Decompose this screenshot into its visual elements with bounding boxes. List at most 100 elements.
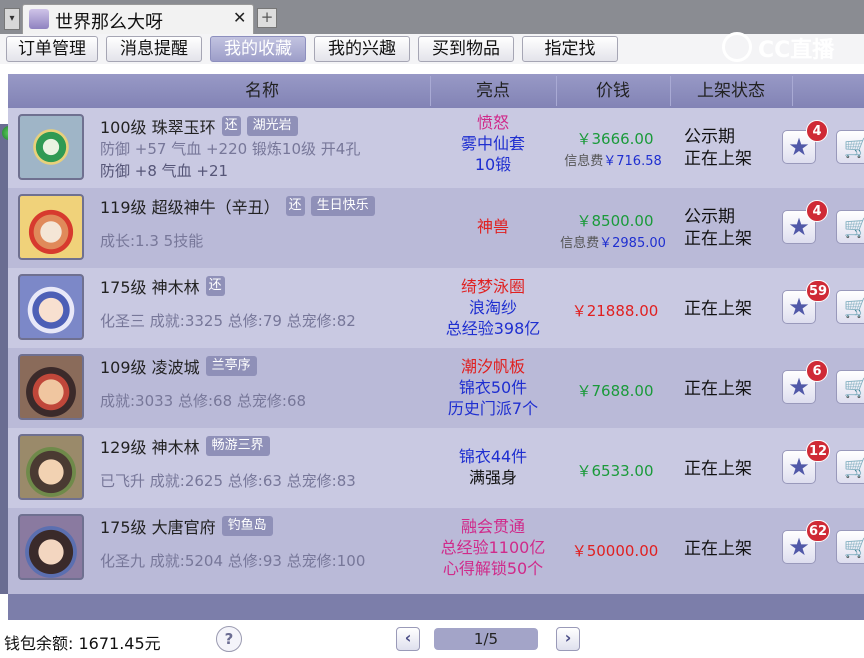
character-avatar-icon (18, 434, 84, 500)
row-title-text: 175级 神木林 (100, 278, 200, 297)
row-title: 129级 神木林 畅游三界 (100, 434, 270, 458)
active-tab[interactable]: 世界那么大呀 ✕ (22, 4, 254, 35)
nav-my-interests[interactable]: 我的兴趣 (314, 36, 410, 62)
highlight-line: 浪淘纱 (468, 298, 517, 317)
character-avatar-icon (18, 354, 84, 420)
add-tab-button[interactable]: + (257, 8, 277, 28)
info-fee-value: ￥2985.00 (599, 236, 666, 251)
next-page-button[interactable]: › (556, 627, 580, 651)
return-tag: 还 (285, 196, 305, 216)
table-row[interactable]: 109级 凌波城 兰亭序 成就:3033 总修:68 总宠修:68 潮汐帆板 锦衣… (8, 348, 864, 428)
listing-status: 正在上架 (684, 298, 752, 320)
table-row[interactable]: 100级 珠翠玉环还湖光岩 防御 +57 气血 +220 锻炼10级 开4孔 防… (8, 108, 864, 188)
listing-status: 正在上架 (684, 538, 752, 560)
info-fee-label: 信息费 (564, 154, 604, 169)
row-title: 109级 凌波城 兰亭序 (100, 354, 257, 378)
header-divider (792, 76, 793, 106)
row-title: 175级 神木林还 (100, 274, 225, 298)
row-stats: 化圣九 成就:5204 总修:93 总宠修:100 (100, 552, 366, 570)
nav-my-favorites[interactable]: 我的收藏 (210, 36, 306, 62)
help-icon[interactable]: ? (216, 626, 242, 652)
server-tag: 湖光岩 (246, 116, 298, 136)
highlight-line: 锦衣44件 (458, 447, 528, 466)
cc-live-logo: CC直播 (722, 28, 862, 68)
status-line: 公示期 (684, 207, 735, 227)
status-line: 正在上架 (684, 379, 752, 399)
row-title-text: 109级 凌波城 (100, 358, 200, 377)
price: ￥50000.00 (571, 542, 659, 560)
nav-order-management[interactable]: 订单管理 (6, 36, 98, 62)
highlight-line: 融会贯通 (460, 517, 525, 536)
cart-icon[interactable]: 🛒 (836, 130, 864, 164)
row-stats: 防御 +57 气血 +220 锻炼10级 开4孔 (100, 140, 361, 158)
highlight-line: 锦衣50件 (458, 378, 528, 397)
pet-avatar-icon (18, 194, 84, 260)
top-nav: 订单管理 消息提醒 我的收藏 我的兴趣 买到物品 指定找 CC直播 (0, 32, 864, 64)
row-title-text: 175级 大唐官府 (100, 518, 216, 537)
tab-avatar-icon (29, 9, 49, 29)
item-ring-icon (18, 114, 84, 180)
table-row[interactable]: 119级 超级神牛（辛丑） 还生日快乐 成长:1.3 5技能 神兽 ￥8500.0… (8, 188, 864, 268)
table-row[interactable]: 175级 神木林还 化圣三 成就:3325 总修:79 总宠修:82 绮梦泳圈 … (8, 268, 864, 348)
table-header: 名称 亮点 价钱 上架状态 (8, 74, 864, 108)
highlight-line: 愤怒 (476, 113, 509, 132)
server-tag: 畅游三界 (205, 436, 270, 456)
nav-purchased-items[interactable]: 买到物品 (418, 36, 514, 62)
row-stats-extra: 防御 +8 气血 +21 (100, 162, 229, 180)
highlight-line: 历史门派7个 (447, 399, 539, 418)
info-fee: 信息费￥716.58 (548, 150, 678, 169)
row-stats: 成长:1.3 5技能 (100, 232, 204, 250)
listing-status: 正在上架 (684, 378, 752, 400)
status-line: 正在上架 (684, 459, 752, 479)
table-row[interactable]: 129级 神木林 畅游三界 已飞升 成就:2625 总修:63 总宠修:83 锦衣… (8, 428, 864, 508)
left-edge-bar (0, 124, 8, 594)
cart-icon[interactable]: 🛒 (836, 530, 864, 564)
row-title: 119级 超级神牛（辛丑） 还生日快乐 (100, 194, 375, 218)
listing-status: 正在上架 (684, 458, 752, 480)
cart-icon[interactable]: 🛒 (836, 210, 864, 244)
favorite-count-badge: 6 (806, 360, 828, 382)
highlight-line: 潮汐帆板 (460, 357, 525, 376)
highlight-line: 神兽 (476, 217, 509, 236)
nav-designated-find[interactable]: 指定找 (522, 36, 618, 62)
status-line: 正在上架 (684, 299, 752, 319)
return-tag: 还 (205, 276, 225, 296)
row-title-text: 119级 超级神牛（辛丑） (100, 198, 280, 217)
character-avatar-icon (18, 514, 84, 580)
server-tag: 钓鱼岛 (221, 516, 273, 536)
prev-page-button[interactable]: ‹ (396, 627, 420, 651)
cc-logo-icon (722, 32, 752, 62)
price: ￥6533.00 (576, 462, 654, 480)
highlight-line: 总经验398亿 (445, 319, 541, 338)
table-row[interactable]: 175级 大唐官府 钓鱼岛 化圣九 成就:5204 总修:93 总宠修:100 融… (8, 508, 864, 594)
header-status: 上架状态 (697, 81, 765, 101)
row-title-text: 129级 神木林 (100, 438, 200, 457)
highlight-line: 10锻 (474, 155, 512, 174)
character-avatar-icon (18, 274, 84, 340)
highlight-line: 总经验1100亿 (440, 538, 546, 557)
cart-icon[interactable]: 🛒 (836, 370, 864, 404)
server-tag: 生日快乐 (310, 196, 375, 216)
tab-menu-arrow-icon[interactable]: ▾ (4, 8, 20, 30)
close-icon[interactable]: ✕ (233, 8, 246, 27)
footer-bar: 钱包余额: 1671.45元 ? ‹ 1/5 › (0, 620, 864, 658)
cart-icon[interactable]: 🛒 (836, 450, 864, 484)
row-title-text: 100级 珠翠玉环 (100, 118, 216, 137)
highlight-line: 绮梦泳圈 (460, 277, 525, 296)
server-tag: 兰亭序 (205, 356, 257, 376)
favorites-table: 名称 亮点 价钱 上架状态 100级 珠翠玉环还湖光岩 防御 +57 气血 +2… (8, 74, 864, 626)
status-line: 公示期 (684, 127, 735, 147)
page-indicator: 1/5 (434, 628, 538, 650)
cart-icon[interactable]: 🛒 (836, 290, 864, 324)
return-tag: 还 (221, 116, 241, 136)
row-title: 175级 大唐官府 钓鱼岛 (100, 514, 273, 538)
favorite-count-badge: 4 (806, 200, 828, 222)
price: ￥7688.00 (576, 382, 654, 400)
listing-status: 公示期 正在上架 (684, 206, 752, 250)
row-stats: 已飞升 成就:2625 总修:63 总宠修:83 (100, 472, 356, 490)
tab-title: 世界那么大呀 (55, 12, 163, 33)
favorite-count-badge: 12 (806, 440, 831, 462)
info-fee: 信息费￥2985.00 (548, 232, 678, 251)
favorite-count-badge: 59 (806, 280, 831, 302)
nav-message-reminder[interactable]: 消息提醒 (106, 36, 202, 62)
